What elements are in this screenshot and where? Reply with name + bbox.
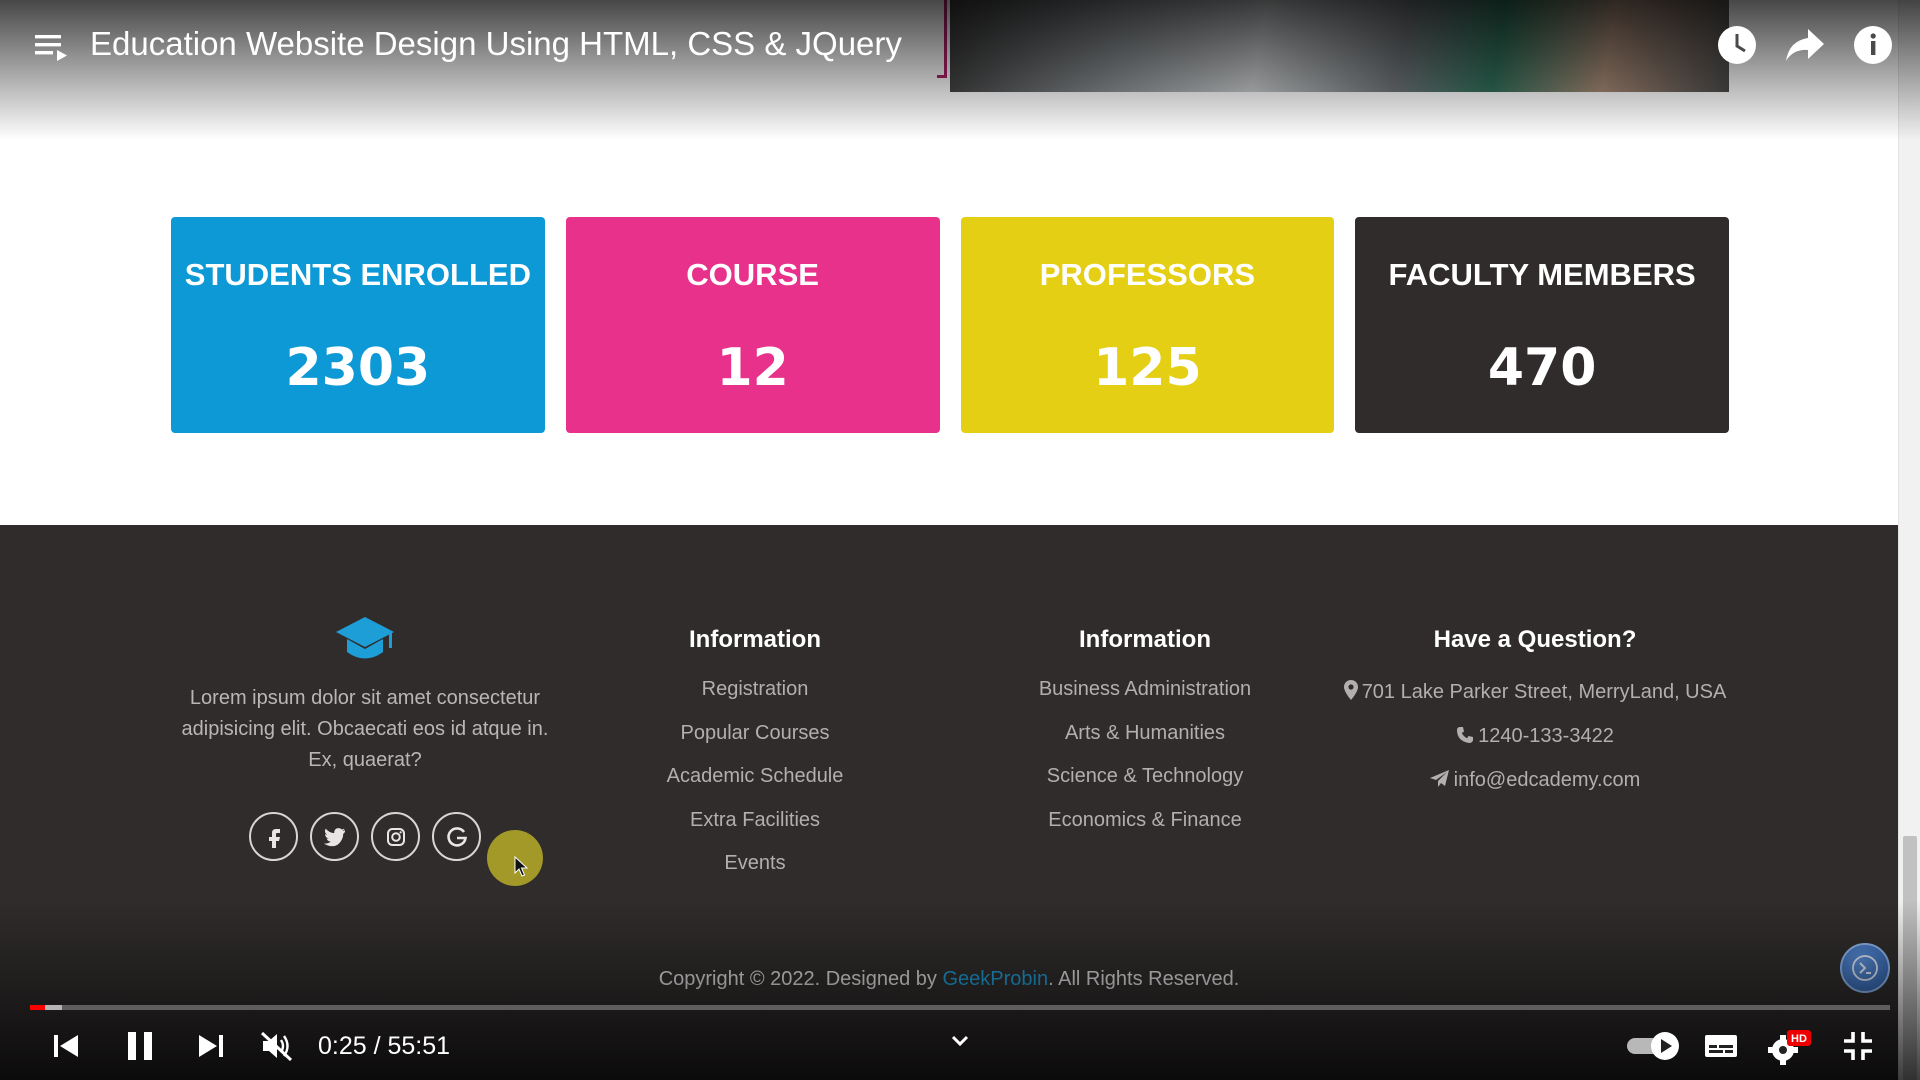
footer-link-extra-facilities[interactable]: Extra Facilities: [600, 808, 910, 833]
time-display: 0:25 / 55:51: [318, 1032, 451, 1060]
map-marker-icon: [1343, 680, 1358, 700]
email-text: info@edcademy.com: [1453, 769, 1641, 791]
share-icon: [1786, 29, 1824, 61]
stat-card-course: COURSE 12: [565, 217, 940, 433]
footer-about: Lorem ipsum dolor sit amet consectetur a…: [170, 615, 560, 861]
paper-plane-icon: [1429, 770, 1449, 787]
instagram-link[interactable]: [371, 812, 420, 861]
share-button[interactable]: [1782, 22, 1828, 68]
footer-heading: Information: [689, 626, 821, 653]
stat-value: 12: [716, 338, 789, 398]
mute-button[interactable]: [253, 1025, 301, 1067]
scrollbar-thumb[interactable]: [1903, 836, 1917, 1080]
copyright: Copyright © 2022. Designed by GeekProbin…: [0, 968, 1898, 991]
stat-value: 2303: [285, 338, 431, 398]
watch-later-button[interactable]: [1714, 22, 1760, 68]
facebook-link[interactable]: [249, 812, 298, 861]
footer-information-1: Information Registration Popular Courses…: [600, 625, 910, 895]
subtitles-button[interactable]: [1697, 1025, 1745, 1067]
previous-icon: [54, 1035, 78, 1057]
footer-question: Have a Question? 701 Lake Parker Street,…: [1340, 625, 1730, 809]
settings-button[interactable]: HD: [1766, 1025, 1814, 1067]
footer-information-2: Information Business Administration Arts…: [990, 625, 1300, 851]
footer-link-economics-finance[interactable]: Economics & Finance: [990, 808, 1300, 833]
previous-button[interactable]: [42, 1025, 90, 1067]
progress-played: [30, 1005, 45, 1010]
stat-card-students: STUDENTS ENROLLED 2303: [171, 217, 545, 433]
stat-value: 125: [1093, 338, 1202, 398]
footer-link-science-technology[interactable]: Science & Technology: [990, 764, 1300, 789]
chevron-down-icon: [951, 1035, 969, 1047]
footer-address: 701 Lake Parker Street, MerryLand, USA: [1340, 677, 1730, 708]
footer-link-events[interactable]: Events: [600, 851, 910, 876]
pause-button[interactable]: [116, 1025, 164, 1067]
graduation-cap-icon: [336, 617, 394, 659]
facebook-icon: [268, 828, 280, 848]
instagram-icon: [386, 827, 405, 846]
footer-email[interactable]: info@edcademy.com: [1340, 765, 1730, 796]
terminal-icon: [1852, 955, 1878, 981]
designer-link[interactable]: GeekProbin: [942, 968, 1048, 990]
autoplay-toggle-icon: [1627, 1032, 1679, 1060]
hero-image-frame: [937, 0, 947, 78]
stat-card-professors: PROFESSORS 125: [960, 217, 1335, 433]
google-icon: [446, 826, 467, 847]
footer-phone: 1240-133-3422: [1340, 721, 1730, 752]
twitter-link[interactable]: [310, 812, 359, 861]
playlist-icon[interactable]: [34, 30, 68, 64]
google-link[interactable]: [432, 812, 481, 861]
expand-chevron-button[interactable]: [936, 1020, 984, 1062]
copyright-prefix: Copyright © 2022. Designed by: [658, 968, 943, 990]
progress-bar[interactable]: [30, 1005, 1890, 1010]
exit-fullscreen-icon: [1844, 1032, 1872, 1060]
footer-heading: Have a Question?: [1433, 626, 1637, 653]
mouse-cursor-icon: [514, 856, 528, 877]
info-button[interactable]: [1850, 22, 1896, 68]
settings-icon: HD: [1768, 1030, 1811, 1065]
next-icon: [199, 1035, 223, 1057]
phone-text: 1240-133-3422: [1478, 725, 1614, 747]
autoplay-toggle[interactable]: [1624, 1025, 1682, 1067]
stat-title: FACULTY MEMBERS: [1388, 257, 1696, 292]
copyright-suffix: . All Rights Reserved.: [1048, 968, 1240, 990]
mute-icon: [260, 1031, 293, 1061]
next-button[interactable]: [187, 1025, 235, 1067]
info-icon: [1854, 26, 1892, 64]
watch-later-icon: [1718, 26, 1756, 64]
footer-about-text: Lorem ipsum dolor sit amet consectetur a…: [181, 687, 549, 771]
twitter-icon: [323, 827, 345, 846]
hd-badge: HD: [1791, 1033, 1807, 1045]
phone-icon: [1457, 727, 1474, 743]
stat-card-faculty: FACULTY MEMBERS 470: [1355, 217, 1729, 433]
scroll-to-top-button[interactable]: [1840, 943, 1890, 993]
footer-link-business-administration[interactable]: Business Administration: [990, 677, 1300, 702]
stat-value: 470: [1487, 338, 1597, 398]
subtitles-icon: [1705, 1035, 1737, 1057]
footer-heading: Information: [1079, 626, 1211, 653]
video-title[interactable]: Education Website Design Using HTML, CSS…: [90, 22, 902, 66]
exit-fullscreen-button[interactable]: [1834, 1025, 1882, 1067]
stat-title: PROFESSORS: [1039, 257, 1256, 292]
footer-link-arts-humanities[interactable]: Arts & Humanities: [990, 721, 1300, 746]
stat-title: COURSE: [686, 257, 819, 292]
site-footer: Lorem ipsum dolor sit amet consectetur a…: [0, 525, 1898, 1080]
footer-link-academic-schedule[interactable]: Academic Schedule: [600, 764, 910, 789]
page-scrollbar[interactable]: [1898, 0, 1920, 1080]
footer-links: Business Administration Arts & Humanitie…: [990, 677, 1300, 833]
hero-image: [950, 0, 1729, 92]
pause-icon: [128, 1032, 152, 1060]
stats-row: STUDENTS ENROLLED 2303 COURSE 12 PROFESS…: [171, 217, 1729, 433]
footer-links: Registration Popular Courses Academic Sc…: [600, 677, 910, 876]
footer-link-popular-courses[interactable]: Popular Courses: [600, 721, 910, 746]
footer-link-registration[interactable]: Registration: [600, 677, 910, 702]
address-text: 701 Lake Parker Street, MerryLand, USA: [1361, 681, 1727, 703]
stat-title: STUDENTS ENROLLED: [184, 257, 531, 292]
